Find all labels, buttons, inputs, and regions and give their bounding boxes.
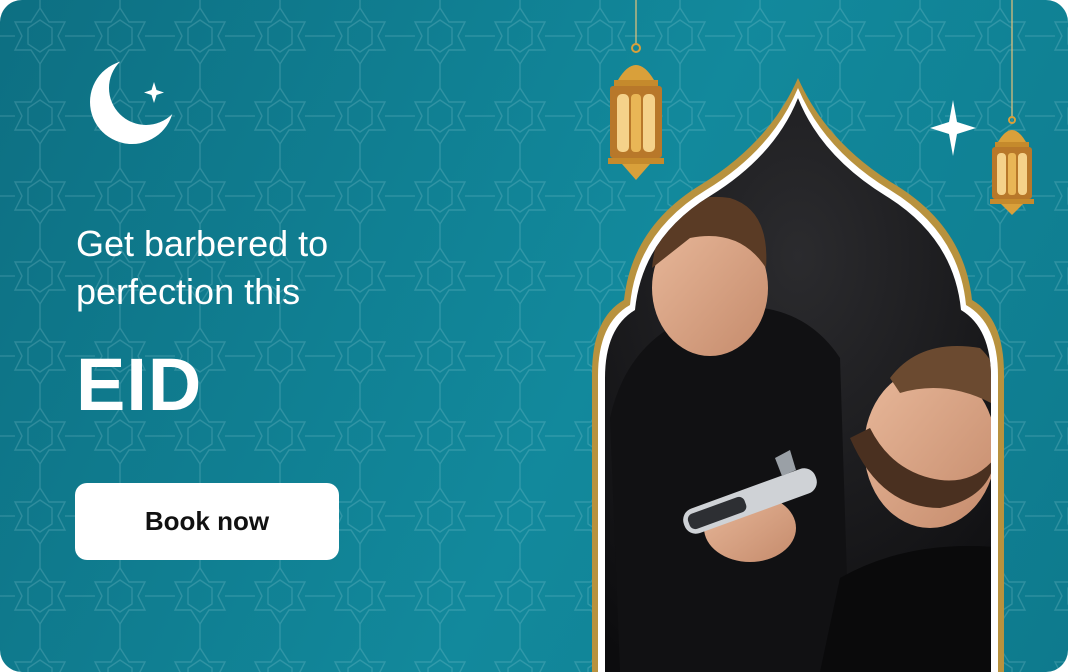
book-now-button[interactable]: Book now xyxy=(75,483,339,560)
headline-line-2: perfection this xyxy=(76,271,301,312)
headline-line-1: Get barbered to xyxy=(76,223,329,264)
headline: Get barbered to perfection this xyxy=(76,220,436,316)
barber-photo xyxy=(605,98,991,672)
eid-promo-banner: Get barbered to perfection this EID Book… xyxy=(0,0,1068,672)
occasion-title: EID xyxy=(76,343,203,426)
arch-photo-frame xyxy=(592,78,1004,672)
crescent-moon-icon xyxy=(90,60,174,144)
